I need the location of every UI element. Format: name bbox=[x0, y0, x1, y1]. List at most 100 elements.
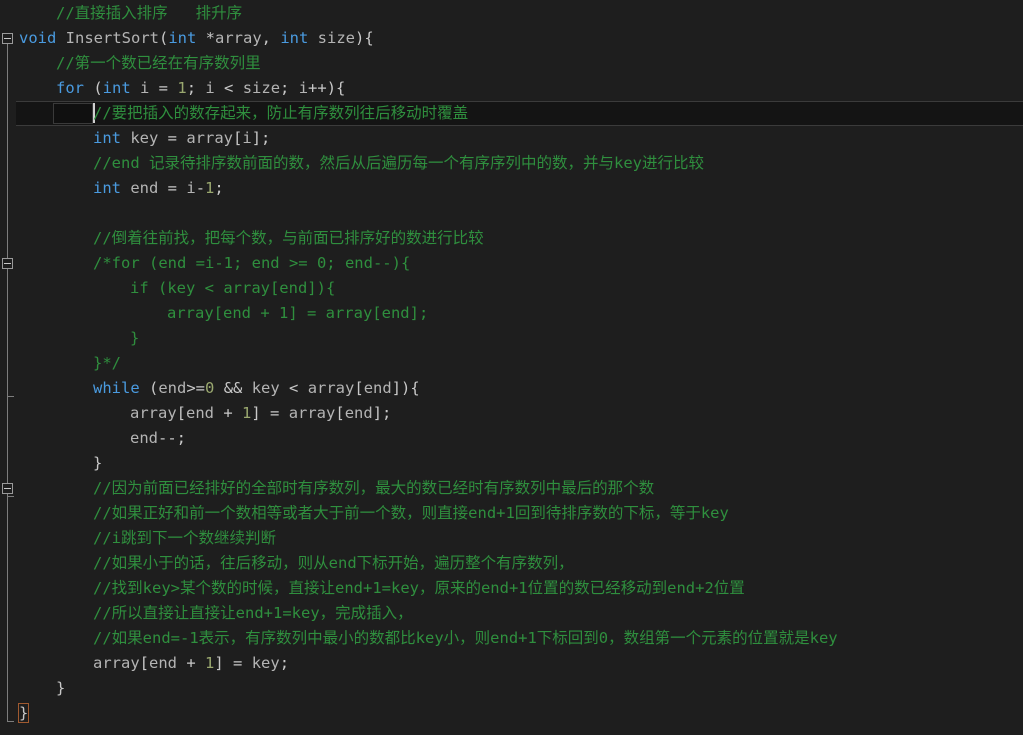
code-token: 1 bbox=[205, 654, 215, 672]
code-line[interactable]: //因为前面已经排好的全部时有序数列，最大的数已经时有序数列中最后的那个数 bbox=[16, 476, 1023, 501]
code-token: ] = bbox=[214, 654, 252, 672]
code-token: int bbox=[280, 29, 309, 47]
code-line[interactable]: //直接插入排序 排升序 bbox=[16, 1, 1023, 26]
code-token: /*for (end =i-1; end >= 0; end--){ bbox=[93, 254, 411, 272]
code-token: i bbox=[298, 79, 309, 97]
code-token: end bbox=[363, 379, 392, 397]
code-token: //因为前面已经排好的全部时有序数列，最大的数已经时有序数列中最后的那个数 bbox=[93, 479, 655, 497]
fold-marker-block-comment-icon[interactable] bbox=[2, 258, 13, 269]
fold-guide-end-tick bbox=[7, 396, 14, 397]
code-token: end bbox=[130, 429, 158, 447]
code-line[interactable] bbox=[16, 201, 1023, 226]
code-token: array bbox=[288, 404, 336, 422]
code-token: //找到key>某个数的时候，直接让end+1=key，原来的end+1位置的数… bbox=[93, 579, 745, 597]
code-token: ]; bbox=[372, 404, 392, 422]
code-line[interactable]: for (int i = 1; i < size; i++){ bbox=[16, 76, 1023, 101]
code-token: ] = bbox=[251, 404, 289, 422]
code-token: ]){ bbox=[391, 379, 420, 397]
code-line[interactable]: //倒着往前找，把每个数，与前面已排序好的数进行比较 bbox=[16, 226, 1023, 251]
code-line[interactable]: void InsertSort(int *array, int size){ bbox=[16, 26, 1023, 51]
code-token: && bbox=[214, 379, 252, 397]
code-line[interactable]: //如果小于的话，往后移动，则从end下标开始，遍历整个有序数列， bbox=[16, 551, 1023, 576]
fold-gutter[interactable] bbox=[0, 0, 16, 735]
code-token: if (key < array[end]){ bbox=[130, 279, 336, 297]
code-token: i bbox=[205, 79, 225, 97]
code-token: void bbox=[19, 29, 57, 47]
code-line[interactable]: end--; bbox=[16, 426, 1023, 451]
code-token: int bbox=[93, 179, 121, 197]
code-token: array[end + 1] = array[end]; bbox=[167, 304, 429, 322]
code-token: array bbox=[186, 129, 234, 147]
fold-marker-function-icon[interactable] bbox=[2, 33, 13, 44]
code-line[interactable]: }*/ bbox=[16, 351, 1023, 376]
fold-guide-line bbox=[7, 269, 8, 396]
code-token: int bbox=[102, 79, 131, 97]
code-token: while bbox=[93, 379, 140, 397]
code-token: [ bbox=[335, 404, 345, 422]
code-token: } bbox=[130, 329, 140, 347]
code-token: = bbox=[158, 79, 178, 97]
code-token: < bbox=[224, 79, 243, 97]
code-token: key bbox=[251, 654, 280, 672]
code-token: key bbox=[251, 379, 290, 397]
code-token: - bbox=[195, 179, 206, 197]
code-token: * bbox=[196, 29, 215, 47]
code-line[interactable]: while (end>=0 && key < array[end]){ bbox=[16, 376, 1023, 401]
code-line[interactable]: array[end + 1] = key; bbox=[16, 651, 1023, 676]
fold-guide-end-tick bbox=[7, 721, 14, 722]
code-token: [ bbox=[233, 129, 243, 147]
code-line[interactable]: } bbox=[16, 676, 1023, 701]
code-token: , bbox=[261, 29, 281, 47]
code-token: //如果正好和前一个数相等或者大于前一个数，则直接end+1回到待排序数的下标，… bbox=[93, 504, 729, 522]
code-token: ; bbox=[279, 654, 290, 672]
code-token: ( bbox=[84, 79, 103, 97]
code-token: ; bbox=[280, 79, 299, 97]
code-line[interactable]: array[end + 1] = array[end]; bbox=[16, 301, 1023, 326]
code-token: end bbox=[149, 654, 187, 672]
code-surface[interactable]: //直接插入排序 排升序 void InsertSort(int *array, … bbox=[16, 0, 1023, 735]
code-token: + bbox=[186, 654, 206, 672]
code-token: array bbox=[307, 379, 355, 397]
code-token: //i跳到下一个数继续判断 bbox=[93, 529, 276, 547]
code-token: 1 bbox=[177, 79, 187, 97]
code-token: } bbox=[17, 703, 30, 723]
code-token: >= bbox=[186, 379, 206, 397]
code-line[interactable]: //找到key>某个数的时候，直接让end+1=key，原来的end+1位置的数… bbox=[16, 576, 1023, 601]
code-line[interactable]: //i跳到下一个数继续判断 bbox=[16, 526, 1023, 551]
code-line[interactable]: //如果end=-1表示，有序数列中最小的数都比key小，则end+1下标回到0… bbox=[16, 626, 1023, 651]
code-token: end bbox=[186, 404, 224, 422]
code-line[interactable]: } bbox=[16, 451, 1023, 476]
code-token: int bbox=[93, 129, 121, 147]
fold-guide-end-tick bbox=[7, 496, 14, 497]
code-editor[interactable]: //直接插入排序 排升序 void InsertSort(int *array, … bbox=[0, 0, 1023, 735]
code-line[interactable]: //第一个数已经在有序数列里 bbox=[16, 51, 1023, 76]
code-token: ; bbox=[214, 179, 224, 197]
code-token: ++){ bbox=[308, 79, 346, 97]
code-token: int bbox=[168, 29, 197, 47]
code-token: = bbox=[167, 129, 187, 147]
code-token: i bbox=[242, 129, 252, 147]
code-token: + bbox=[223, 404, 243, 422]
code-line[interactable]: } bbox=[16, 701, 1023, 726]
code-line[interactable]: /*for (end =i-1; end >= 0; end--){ bbox=[16, 251, 1023, 276]
fold-marker-while-block-icon[interactable] bbox=[2, 483, 13, 494]
code-token: }*/ bbox=[93, 354, 121, 372]
code-token: for bbox=[56, 79, 84, 97]
code-token: //如果end=-1表示，有序数列中最小的数都比key小，则end+1下标回到0… bbox=[93, 629, 838, 647]
code-token: array bbox=[130, 404, 177, 422]
code-token: //所以直接让直接让end+1=key，完成插入， bbox=[93, 604, 413, 622]
code-token: end bbox=[121, 179, 168, 197]
code-token: size bbox=[308, 29, 356, 47]
code-token: ){ bbox=[355, 29, 374, 47]
code-line[interactable]: array[end + 1] = array[end]; bbox=[16, 401, 1023, 426]
code-line[interactable]: //end 记录待排序数前面的数，然后从后遍历每一个有序序列中的数，并与key进… bbox=[16, 151, 1023, 176]
code-line[interactable]: //所以直接让直接让end+1=key，完成插入， bbox=[16, 601, 1023, 626]
code-token: = bbox=[167, 179, 187, 197]
code-line[interactable]: int end = i-1; bbox=[16, 176, 1023, 201]
code-token: ]; bbox=[251, 129, 271, 147]
code-line[interactable]: //如果正好和前一个数相等或者大于前一个数，则直接end+1回到待排序数的下标，… bbox=[16, 501, 1023, 526]
code-line[interactable]: if (key < array[end]){ bbox=[16, 276, 1023, 301]
code-line[interactable]: //要把插入的数存起来，防止有序数列往后移动时覆盖 bbox=[16, 101, 1023, 126]
code-line[interactable]: int key = array[i]; bbox=[16, 126, 1023, 151]
code-line[interactable]: } bbox=[16, 326, 1023, 351]
